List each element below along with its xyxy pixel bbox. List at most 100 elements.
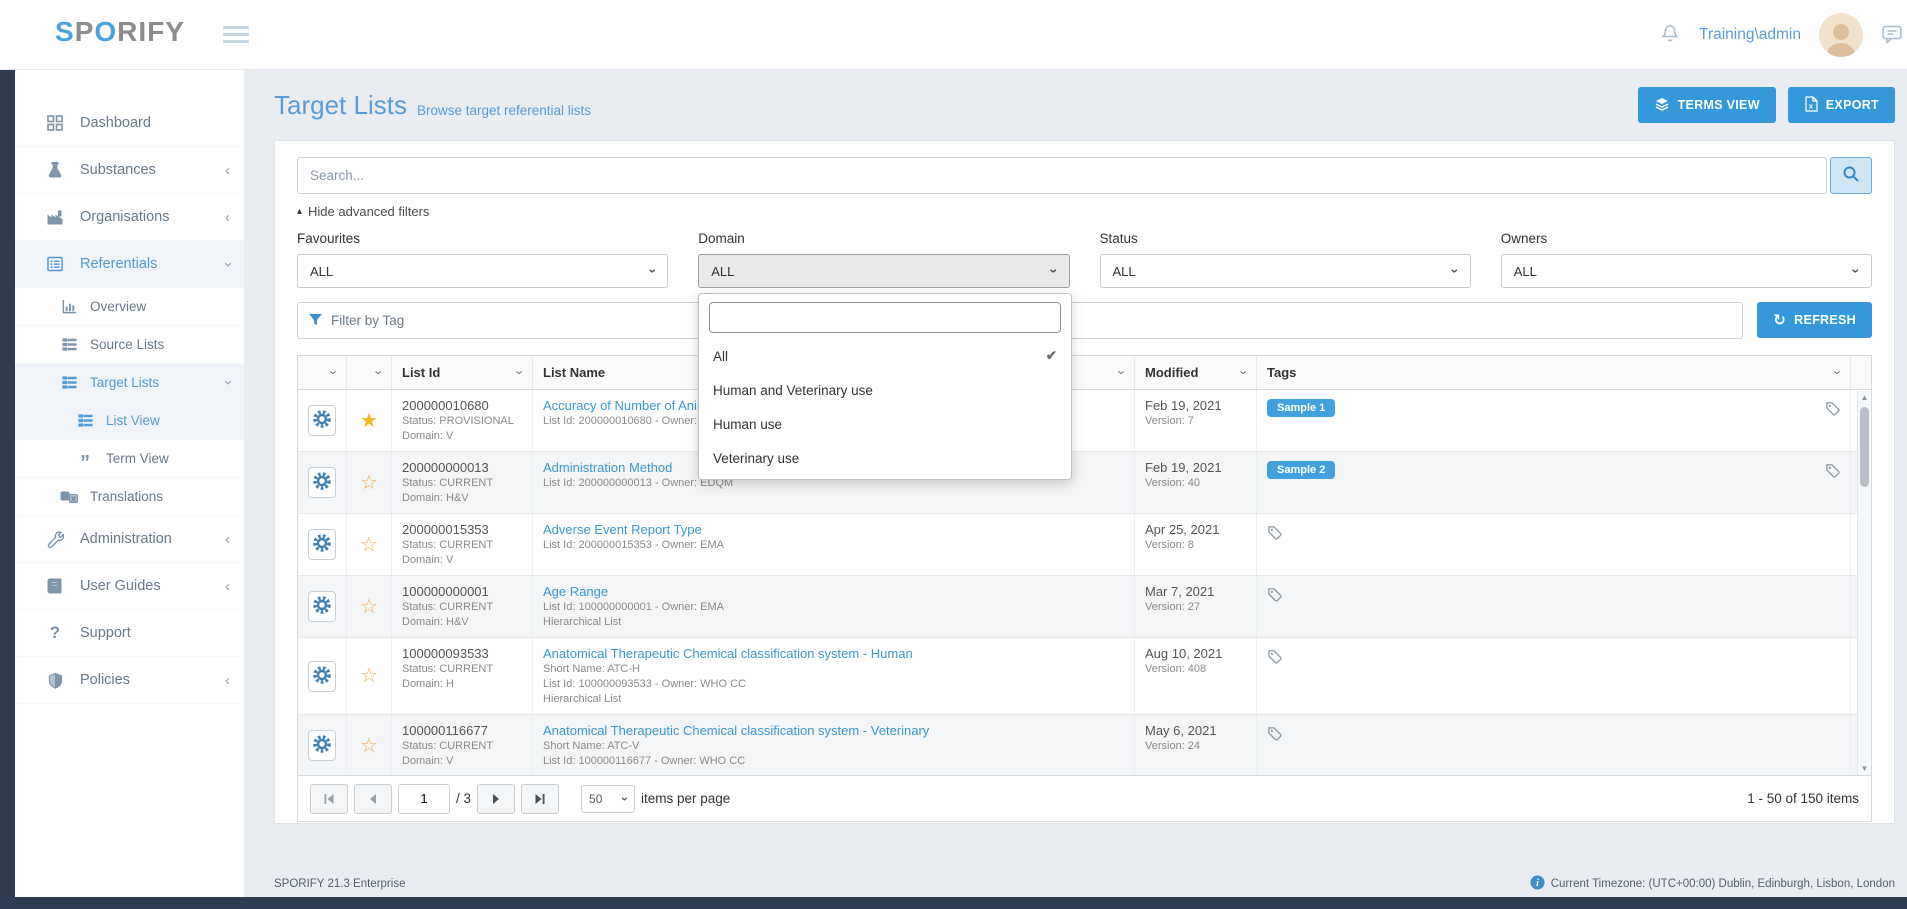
chevron-down-icon: › — [618, 797, 632, 801]
favourite-star-icon[interactable]: ☆ — [360, 535, 378, 555]
domain-select[interactable]: ALL› — [698, 254, 1069, 288]
tag-icon[interactable] — [1267, 587, 1282, 605]
tag-icon[interactable] — [1267, 649, 1282, 667]
menu-toggle-icon[interactable] — [223, 26, 249, 47]
list-name-link[interactable]: Age Range — [543, 583, 608, 600]
list-detail-line: List Id: 100000000001 - Owner: EMA — [543, 600, 1124, 615]
funnel-icon — [308, 312, 323, 330]
list-name-link[interactable]: Accuracy of Number of Anim — [543, 397, 708, 414]
favourites-select[interactable]: ALL› — [297, 254, 668, 288]
sporify-logo[interactable]: SPORIFY — [55, 16, 185, 48]
column-header-settings[interactable]: › — [298, 356, 347, 389]
list-icon — [59, 336, 79, 353]
tag-icon[interactable] — [1825, 401, 1840, 419]
page-number-input[interactable] — [398, 784, 450, 814]
favourite-star-icon[interactable]: ☆ — [360, 666, 378, 686]
search-button[interactable] — [1830, 157, 1872, 194]
sidebar-item-organisations[interactable]: Organisations ‹ — [15, 194, 244, 241]
bell-icon[interactable] — [1659, 23, 1681, 48]
dropdown-search-input[interactable] — [709, 302, 1061, 333]
refresh-button[interactable]: ↻ REFRESH — [1757, 302, 1872, 338]
table-body: ★ 200000010680 Status: PROVISIONAL Domai… — [298, 390, 1871, 775]
hide-advanced-filters-link[interactable]: ▴ Hide advanced filters — [297, 204, 429, 219]
row-settings-button[interactable] — [308, 405, 336, 436]
gear-icon — [312, 471, 332, 494]
page-subtitle: Browse target referential lists — [417, 103, 591, 118]
next-page-button[interactable] — [477, 784, 515, 814]
list-name-link[interactable]: Adverse Event Report Type — [543, 521, 702, 538]
terms-view-button[interactable]: TERMS VIEW — [1638, 87, 1776, 123]
tag-icon[interactable] — [1825, 463, 1840, 481]
sidebar-item-list-view[interactable]: List View — [15, 402, 244, 440]
export-button[interactable]: x EXPORT — [1788, 87, 1895, 123]
chat-icon[interactable] — [1881, 23, 1903, 48]
list-name-link[interactable]: Anatomical Therapeutic Chemical classifi… — [543, 645, 913, 662]
table-scrollbar[interactable]: ▲ ▼ — [1857, 391, 1871, 775]
chevron-left-icon: ‹ — [225, 532, 230, 547]
favourite-star-icon[interactable]: ☆ — [360, 736, 378, 756]
sidebar-item-source-lists[interactable]: Source Lists — [15, 326, 244, 364]
domain-label: Domain — [698, 231, 1069, 246]
column-menu-icon: › — [1114, 370, 1129, 374]
version-line: Version: 27 — [1145, 600, 1246, 615]
page-size-select[interactable]: 50› — [581, 785, 635, 813]
sidebar-item-dashboard[interactable]: Dashboard — [15, 100, 244, 147]
domain-option[interactable]: Human use ✔ — [699, 407, 1071, 441]
list-icon — [75, 412, 95, 429]
gear-icon — [312, 409, 332, 432]
username-menu[interactable]: Training\admin — [1699, 26, 1801, 44]
last-page-button[interactable] — [521, 784, 559, 814]
tag-icon[interactable] — [1267, 726, 1282, 744]
search-input[interactable] — [297, 157, 1827, 194]
status-select[interactable]: ALL› — [1100, 254, 1471, 288]
column-header-modified[interactable]: Modified› — [1135, 356, 1257, 389]
scrollbar-thumb[interactable] — [1860, 407, 1869, 487]
column-header-list-id[interactable]: List Id› — [392, 356, 533, 389]
owners-select[interactable]: ALL› — [1501, 254, 1872, 288]
modified-date: May 6, 2021 — [1145, 722, 1246, 739]
sidebar-item-user-guides[interactable]: User Guides ‹ — [15, 563, 244, 610]
domain-option[interactable]: Human and Veterinary use ✔ — [699, 373, 1071, 407]
list-id: 200000010680 — [402, 397, 522, 414]
sidebar-item-substances[interactable]: Substances ‹ — [15, 147, 244, 194]
list-detail-line: List Id: 200000015353 - Owner: EMA — [543, 538, 1124, 553]
list-name-link[interactable]: Anatomical Therapeutic Chemical classifi… — [543, 722, 929, 739]
chevron-left-icon: ‹ — [225, 163, 230, 178]
list-detail-line: List Id: 100000093533 - Owner: WHO CC — [543, 677, 1124, 692]
first-page-button[interactable] — [310, 784, 348, 814]
domain-option[interactable]: All ✔ — [699, 339, 1071, 373]
chart-icon — [59, 298, 79, 315]
gear-icon — [312, 734, 332, 757]
sidebar-item-term-view[interactable]: ” Term View — [15, 440, 244, 478]
sidebar-item-policies[interactable]: Policies ‹ — [15, 657, 244, 704]
favourite-star-icon[interactable]: ★ — [360, 411, 378, 431]
table-row: ☆ 200000015353 Status: CURRENT Domain: V… — [298, 514, 1871, 576]
list-name-link[interactable]: Administration Method — [543, 459, 672, 476]
row-settings-button[interactable] — [308, 730, 336, 761]
avatar[interactable] — [1819, 13, 1863, 57]
favourite-star-icon[interactable]: ☆ — [360, 597, 378, 617]
sidebar-item-administration[interactable]: Administration ‹ — [15, 516, 244, 563]
sidebar-item-translations[interactable]: Ax Translations — [15, 478, 244, 516]
scroll-down-icon[interactable]: ▼ — [1858, 764, 1871, 773]
row-settings-button[interactable] — [308, 591, 336, 622]
row-settings-button[interactable] — [308, 661, 336, 692]
domain-option[interactable]: Veterinary use ✔ — [699, 441, 1071, 475]
chevron-down-icon: ‹ — [220, 380, 235, 385]
column-header-tags[interactable]: Tags› — [1257, 356, 1851, 389]
previous-page-button[interactable] — [354, 784, 392, 814]
caret-up-icon: ▴ — [297, 206, 302, 217]
sidebar-item-overview[interactable]: Overview — [15, 288, 244, 326]
scroll-up-icon[interactable]: ▲ — [1858, 393, 1871, 402]
column-header-favourite[interactable]: › — [347, 356, 392, 389]
search-icon — [1842, 165, 1860, 186]
sidebar-item-support[interactable]: ? Support — [15, 610, 244, 657]
tag-icon[interactable] — [1267, 525, 1282, 543]
sidebar-item-referentials[interactable]: Referentials ‹ — [15, 241, 244, 288]
row-settings-button[interactable] — [308, 467, 336, 498]
row-settings-button[interactable] — [308, 529, 336, 560]
sidebar-item-target-lists[interactable]: Target Lists ‹ — [15, 364, 244, 402]
favourite-star-icon[interactable]: ☆ — [360, 473, 378, 493]
dashboard-icon — [45, 114, 65, 132]
list-icon — [59, 374, 79, 391]
